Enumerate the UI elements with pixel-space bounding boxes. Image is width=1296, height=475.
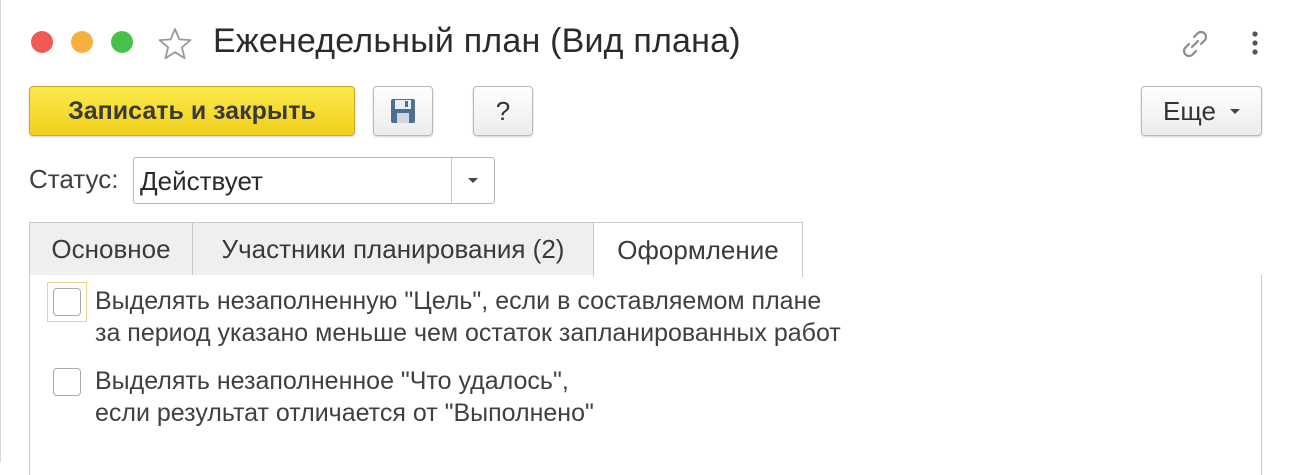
option-line: Выделять незаполненное "Что удалось",	[95, 367, 569, 395]
maximize-window-button[interactable]	[111, 31, 133, 53]
highlight-empty-achieved-checkbox[interactable]	[53, 368, 81, 396]
more-actions-button[interactable]: Еще	[1141, 86, 1262, 136]
form-window: Еженедельный план (Вид плана) Записать и…	[0, 0, 1296, 475]
status-label: Статус:	[29, 164, 119, 194]
highlight-empty-achieved-label: Выделять незаполненное "Что удалось", ес…	[95, 365, 594, 429]
favorite-star-icon[interactable]	[157, 26, 193, 62]
status-dropdown-button[interactable]	[451, 158, 494, 203]
tab-main[interactable]: Основное	[29, 222, 193, 275]
status-select[interactable]: Действует	[133, 157, 495, 204]
highlight-empty-goal-label: Выделять незаполненную "Цель", если в со…	[95, 285, 841, 349]
more-actions-label: Еще	[1163, 95, 1216, 126]
link-icon[interactable]	[1177, 26, 1213, 62]
help-button[interactable]: ?	[473, 86, 533, 136]
status-select-value: Действует	[140, 166, 263, 196]
chevron-down-icon	[468, 178, 478, 183]
tab-participants[interactable]: Участники планирования (2)	[192, 222, 594, 275]
tab-appearance[interactable]: Оформление	[593, 222, 803, 277]
close-window-button[interactable]	[31, 31, 53, 53]
option-line: Выделять незаполненную "Цель", если в со…	[95, 287, 822, 315]
save-and-close-button[interactable]: Записать и закрыть	[29, 86, 355, 136]
page-title: Еженедельный план (Вид плана)	[213, 22, 741, 60]
option-line: за период указано меньше чем остаток зап…	[95, 319, 841, 347]
option-line: если результат отличается от "Выполнено"	[95, 399, 594, 427]
highlight-empty-goal-checkbox[interactable]	[53, 288, 81, 316]
floppy-disk-icon	[391, 99, 415, 123]
chevron-down-icon	[1229, 108, 1240, 114]
save-button[interactable]	[373, 86, 433, 136]
more-vertical-icon[interactable]	[1245, 28, 1265, 60]
minimize-window-button[interactable]	[71, 31, 93, 53]
